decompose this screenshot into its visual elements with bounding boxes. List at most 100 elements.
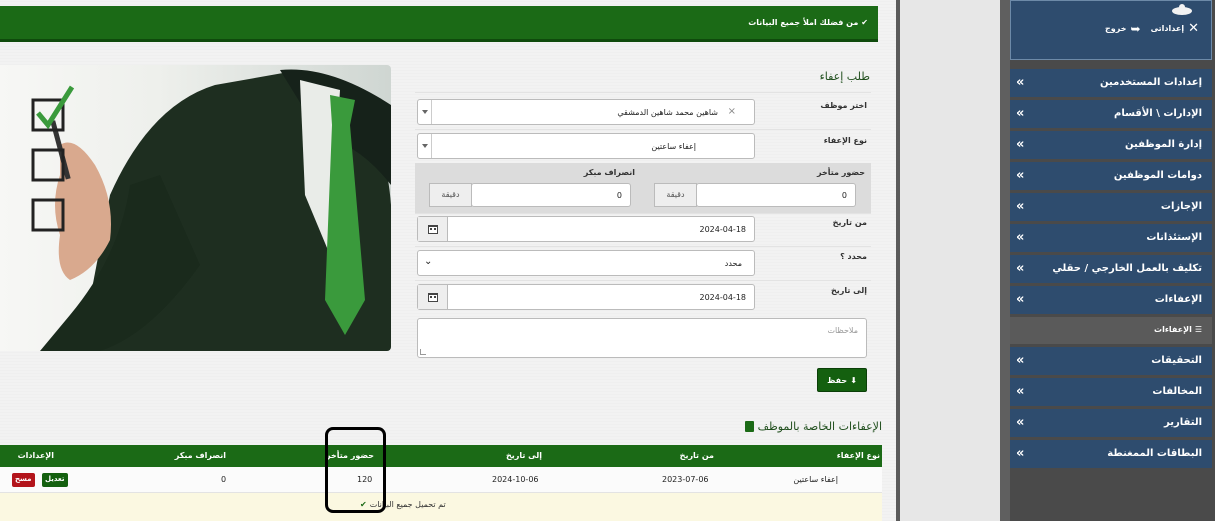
cell-type: إعفاء ساعتين: [793, 475, 838, 484]
specified-select[interactable]: محدد ⌄: [417, 250, 755, 276]
sidebar-item-label: دوامات الموظفين: [1113, 170, 1202, 181]
check-icon: ✔: [861, 18, 868, 27]
exemption-type-label: نوع الإعفاء: [823, 136, 867, 145]
chevron-double-icon: »: [1016, 230, 1025, 245]
calendar-icon[interactable]: [418, 217, 448, 241]
sidebar-item-label: التقارير: [1164, 417, 1202, 428]
chevron-double-icon: »: [1016, 199, 1025, 214]
chevron-down-icon[interactable]: ⌄: [424, 256, 432, 267]
chevron-double-icon: »: [1016, 446, 1025, 461]
calendar-icon[interactable]: [418, 285, 448, 309]
chevron-double-icon: »: [1016, 168, 1025, 183]
sidebar-item-reports[interactable]: التقارير »: [1010, 409, 1212, 440]
sidebar-item-label: الإعفاءات: [1154, 294, 1202, 305]
header-early: انصراف مبكر: [174, 451, 226, 460]
sidebar-item-violations[interactable]: المخالفات »: [1010, 378, 1212, 409]
chevron-double-icon: »: [1016, 261, 1025, 276]
table-row: إعفاء ساعتين 2023-07-06 2024-10-06 120 0…: [0, 467, 882, 493]
sidebar-item-label: الإجازات: [1160, 201, 1202, 212]
sidebar-item-exemptions[interactable]: الإعفاءات »: [1010, 286, 1212, 317]
header-from: من تاريخ: [679, 451, 714, 460]
to-date-input[interactable]: 2024-04-18: [417, 284, 755, 310]
sidebar-item-employees[interactable]: إدارة الموظفين »: [1010, 131, 1212, 162]
chevron-double-icon: »: [1016, 292, 1025, 307]
minute-addon-early: دقيقة: [429, 183, 472, 207]
early-leave-input[interactable]: 0: [471, 183, 631, 207]
list-icon: ☰: [1194, 325, 1202, 334]
logout-link[interactable]: ➥ خروج: [1105, 22, 1141, 36]
clear-icon[interactable]: ×: [728, 106, 736, 117]
chevron-double-icon: »: [1016, 106, 1025, 121]
chevron-double-icon: »: [1016, 384, 1025, 399]
dropdown-caret-icon[interactable]: [418, 100, 432, 124]
from-date-input[interactable]: 2024-04-18: [417, 216, 755, 242]
header-to: إلى تاريخ: [505, 451, 542, 460]
logout-label: خروج: [1105, 24, 1127, 33]
table-footer: تم تحميل جميع البيانات ✔: [0, 493, 882, 521]
minute-addon-late: دقيقة: [654, 183, 697, 207]
sidebar-item-permissions[interactable]: الإستئذانات »: [1010, 224, 1212, 255]
validation-alert: ✔ من فضلك املأ جميع البيانات: [0, 6, 878, 42]
table-header: نوع الإعفاء من تاريخ إلى تاريخ حضور متأخ…: [0, 445, 882, 467]
settings-label: إعداداتى: [1150, 24, 1185, 33]
header-type: نوع الإعفاء: [836, 451, 880, 460]
form-title: طلب إعفاء: [819, 70, 870, 83]
early-leave-label: انصراف مبكر: [583, 168, 635, 177]
sidebar-subitem-exemptions[interactable]: ☰ الإعفاءات: [1010, 317, 1212, 347]
sidebar-item-label: التحقيقات: [1151, 355, 1202, 366]
sidebar-item-label: المخالفات: [1152, 386, 1202, 397]
validation-alert-text: من فضلك املأ جميع البيانات: [748, 18, 859, 27]
sidebar-item-label: إدارة الموظفين: [1125, 139, 1202, 150]
dropdown-caret-icon[interactable]: [418, 134, 432, 158]
sidebar-item-investigations[interactable]: التحقيقات »: [1010, 347, 1212, 378]
sidebar-item-label: الإدارات \ الأقسام: [1114, 108, 1202, 119]
sidebar-item-field-work[interactable]: تكليف بالعمل الخارجي / حقلي »: [1010, 255, 1212, 286]
to-date-value: 2024-04-18: [699, 293, 747, 302]
early-leave-value: 0: [616, 191, 622, 200]
cell-to: 2024-10-06: [492, 475, 539, 484]
notes-textarea[interactable]: ملاحظات: [417, 318, 867, 358]
page-gutter: [896, 0, 1000, 521]
sidebar-item-leaves[interactable]: الإجازات »: [1010, 193, 1212, 224]
sidebar-item-shifts[interactable]: دوامات الموظفين »: [1010, 162, 1212, 193]
employee-select[interactable]: شاهين محمد شاهين الدمشقي ×: [417, 99, 755, 125]
specified-label: محدد ؟: [840, 252, 867, 261]
chevron-double-icon: »: [1016, 353, 1025, 368]
section-title-text: الإعفاءات الخاصة بالموظف: [757, 420, 882, 433]
logout-icon: ➥: [1130, 21, 1141, 36]
hero-image: [0, 65, 391, 351]
sidebar-item-users-settings[interactable]: إعدادات المستخدمين »: [1010, 69, 1212, 100]
sidebar-menu: إعدادات المستخدمين» الإدارات \ الأقسام» …: [1010, 69, 1212, 471]
user-avatar-icon: [1172, 4, 1192, 15]
sidebar-item-label: إعدادات المستخدمين: [1100, 77, 1202, 88]
late-arrival-value: 0: [841, 191, 847, 200]
specified-value: محدد: [724, 259, 742, 268]
resize-grip-icon[interactable]: [420, 349, 426, 355]
annotation-highlight: [325, 427, 386, 513]
late-arrival-label: حضور متأخر: [816, 168, 865, 177]
employee-value: شاهين محمد شاهين الدمشقي: [617, 108, 718, 117]
from-date-value: 2024-04-18: [699, 225, 747, 234]
late-arrival-input[interactable]: 0: [696, 183, 856, 207]
from-date-label: من تاريخ: [832, 218, 867, 227]
header-actions: الإعدادات: [17, 451, 54, 460]
chevron-double-icon: »: [1016, 415, 1025, 430]
exemptions-section-title: الإعفاءات الخاصة بالموظف: [744, 420, 882, 433]
sidebar-item-label: البطاقات الممغنطة: [1107, 448, 1202, 459]
chevron-double-icon: »: [1016, 75, 1025, 90]
edit-button[interactable]: تعديل: [42, 473, 68, 487]
employee-label: اختر موظف: [820, 101, 867, 110]
sidebar-subitem-label: الإعفاءات: [1154, 325, 1192, 334]
download-icon: ⬇: [850, 375, 857, 385]
sidebar-item-label: الإستئذانات: [1146, 232, 1202, 243]
sidebar-item-magnetic-cards[interactable]: البطاقات الممغنطة »: [1010, 440, 1212, 471]
sidebar-item-departments[interactable]: الإدارات \ الأقسام »: [1010, 100, 1212, 131]
exemption-type-value: إعفاء ساعتين: [651, 142, 696, 151]
save-button[interactable]: حفظ ⬇: [817, 368, 867, 392]
notes-placeholder: ملاحظات: [827, 326, 858, 335]
delete-button[interactable]: مسح: [12, 473, 35, 487]
settings-link[interactable]: ✕ إعداداتى: [1151, 21, 1199, 36]
tools-icon: ✕: [1188, 21, 1199, 36]
sidebar-item-label: تكليف بالعمل الخارجي / حقلي: [1052, 263, 1202, 274]
exemption-type-select[interactable]: إعفاء ساعتين: [417, 133, 755, 159]
